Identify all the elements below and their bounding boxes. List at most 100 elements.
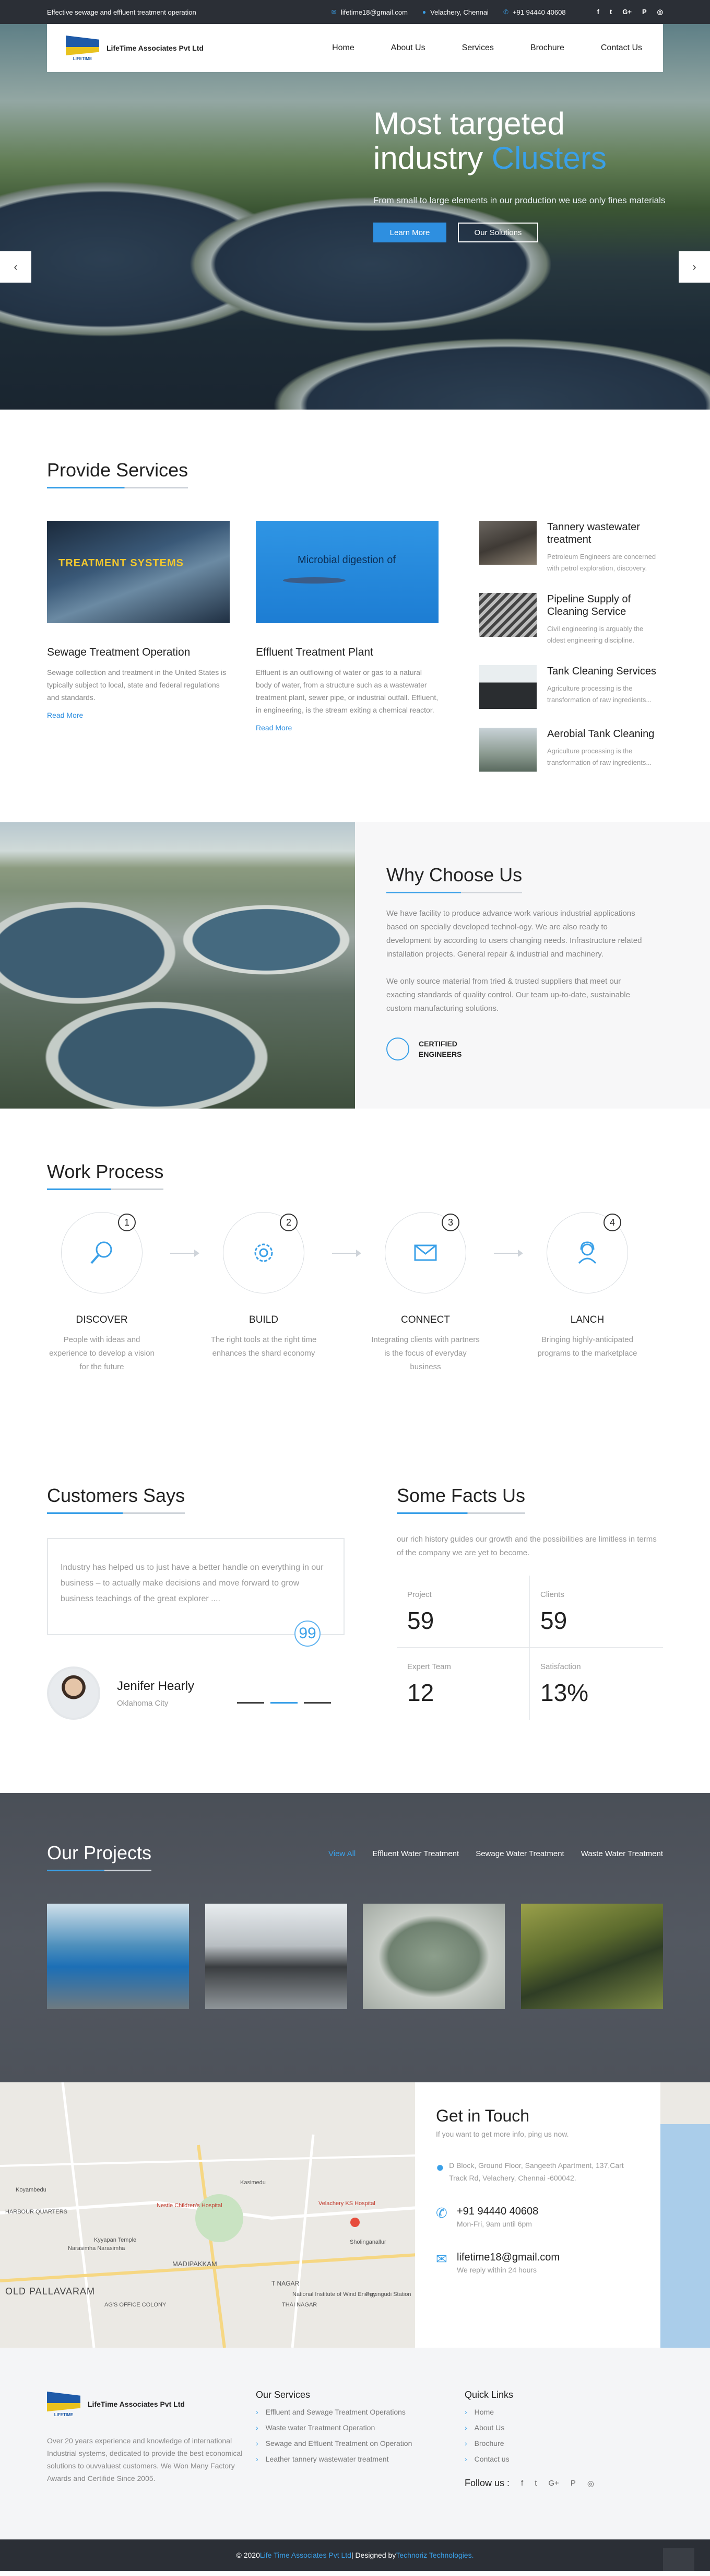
top-social: f t G+ P ◎ — [587, 8, 663, 16]
contact-phone[interactable]: ✆ +91 94440 40608 Mon-Fri, 9am until 6pm — [436, 2205, 640, 2230]
service-title[interactable]: Effluent Treatment Plant — [256, 646, 439, 659]
service-list-text: Agriculture processing is the transforma… — [547, 684, 652, 704]
filter-waste-water[interactable]: Waste Water Treatment — [581, 1849, 663, 1858]
filter-effluent[interactable]: Effluent Water Treatment — [372, 1849, 459, 1858]
quote-icon: 99 — [294, 1621, 321, 1647]
arrow-right-icon — [332, 1250, 361, 1257]
why-title: Why Choose Us — [386, 864, 523, 893]
nav-home[interactable]: Home — [332, 43, 354, 53]
carousel-dot[interactable] — [304, 1701, 332, 1704]
map-label: MADIPAKKAM — [172, 2260, 217, 2268]
footer-links-title: Quick Links — [465, 2389, 514, 2400]
location-info: ● Velachery, Chennai — [422, 8, 489, 16]
contact-section: HARBOUR QUARTERS Nestle Children's Hospi… — [0, 2082, 710, 2348]
project-image[interactable] — [205, 1904, 347, 2009]
filter-view-all[interactable]: View All — [328, 1849, 356, 1858]
service-list-text: Agriculture processing is the transforma… — [547, 747, 652, 766]
tagline: Effective sewage and effluent treatment … — [47, 8, 196, 16]
step-text: The right tools at the right time enhanc… — [210, 1335, 317, 1358]
service-list-item[interactable]: Aerobial Tank Cleaning Agriculture proces… — [479, 728, 663, 772]
our-solutions-button[interactable]: Our Solutions — [458, 223, 538, 242]
service-thumb — [479, 593, 537, 637]
site-logo[interactable]: LIFETIME LifeTime Associates Pvt Ltd — [66, 33, 204, 63]
email-text: lifetime18@gmail.com — [340, 8, 408, 16]
footer-link-about[interactable]: About Us — [465, 2423, 663, 2432]
copyright-company-link[interactable]: Life Time Associates Pvt Ltd — [260, 2551, 351, 2559]
pinterest-icon[interactable]: P — [642, 8, 647, 16]
map-label: THAI NAGAR — [282, 2302, 317, 2308]
location-pin-icon: ● — [436, 2159, 444, 2175]
process-step: 2 BUILD The right tools at the right tim… — [209, 1212, 361, 1374]
footer-link-brochure[interactable]: Brochure — [465, 2439, 663, 2447]
footer-service-link[interactable]: Effluent and Sewage Treatment Operations — [256, 2408, 465, 2416]
map-label: National Institute of Wind Energy — [292, 2291, 376, 2298]
service-title[interactable]: Sewage Treatment Operation — [47, 646, 230, 659]
service-thumb — [479, 728, 537, 772]
projects-section: Our Projects View All Effluent Water Tre… — [0, 1793, 710, 2082]
nav-about[interactable]: About Us — [391, 43, 425, 53]
footer-logo[interactable]: LIFETIME LifeTime Associates Pvt Ltd — [47, 2389, 256, 2419]
email-address: lifetime18@gmail.com — [457, 2252, 560, 2263]
contact-address: ● D Block, Ground Floor, Sangeeth Apartm… — [436, 2159, 640, 2184]
facebook-icon[interactable]: f — [597, 8, 599, 16]
pinterest-icon[interactable]: P — [571, 2479, 576, 2488]
work-title: Work Process — [47, 1161, 164, 1190]
arrow-right-icon — [494, 1250, 523, 1257]
footer-service-link[interactable]: Leather tannery wastewater treatment — [256, 2455, 465, 2463]
fact-project: Project 59 — [397, 1576, 530, 1648]
slider-next-button[interactable]: › — [679, 251, 710, 283]
facebook-icon[interactable]: f — [521, 2479, 523, 2488]
map-label: Velachery KS Hospital — [318, 2200, 375, 2207]
testimonial-author: Jenifer Hearly Oklahoma City — [47, 1666, 345, 1720]
phone-info[interactable]: ✆ +91 94440 40608 — [503, 8, 566, 16]
instagram-icon[interactable]: ◎ — [657, 8, 663, 16]
footer-quick-links: Quick Links Home About Us Brochure Conta… — [465, 2389, 663, 2489]
footer-logo-name: LifeTime Associates Pvt Ltd — [88, 2400, 185, 2408]
designer-link[interactable]: Technoriz Technologies. — [396, 2551, 474, 2559]
google-plus-icon[interactable]: G+ — [548, 2479, 559, 2488]
nav-contact[interactable]: Contact Us — [601, 43, 642, 53]
project-filters: View All Effluent Water Treatment Sewage… — [312, 1849, 663, 1858]
project-image[interactable] — [363, 1904, 505, 2009]
project-image[interactable] — [520, 1904, 663, 2009]
map-label: AG'S OFFICE COLONY — [104, 2302, 167, 2308]
contact-email[interactable]: ✉ lifetime18@gmail.com We reply within 24… — [436, 2251, 640, 2276]
nav-services[interactable]: Services — [462, 43, 494, 53]
footer-about-text: Over 20 years experience and knowledge o… — [47, 2437, 243, 2482]
read-more-link[interactable]: Read More — [47, 711, 230, 719]
facts-title: Some Facts Us — [397, 1485, 526, 1514]
service-text: Effluent is an outflowing of water or ga… — [256, 668, 439, 714]
project-image[interactable] — [47, 1904, 189, 2009]
service-list-title: Pipeline Supply of Cleaning Service — [547, 593, 631, 617]
nav-brochure[interactable]: Brochure — [530, 43, 564, 53]
service-list-item[interactable]: Tank Cleaning Services Agriculture proces… — [479, 665, 663, 709]
fact-expert-team: Expert Team 12 — [397, 1648, 530, 1720]
logo-mark: LIFETIME — [47, 2389, 80, 2419]
email-info[interactable]: ✉ lifetime18@gmail.com — [332, 8, 408, 16]
read-more-link[interactable]: Read More — [256, 724, 439, 732]
cert-line-1: CERTIFIED — [419, 1040, 457, 1048]
phone-number: +91 94440 40608 — [457, 2206, 539, 2217]
footer-service-link[interactable]: Sewage and Effluent Treatment on Operati… — [256, 2439, 465, 2447]
learn-more-button[interactable]: Learn More — [373, 223, 446, 242]
twitter-icon[interactable]: t — [535, 2479, 537, 2488]
instagram-icon[interactable]: ◎ — [587, 2479, 594, 2488]
footer-link-home[interactable]: Home — [465, 2408, 663, 2416]
footer: LIFETIME LifeTime Associates Pvt Ltd Ove… — [0, 2348, 710, 2539]
service-list-item[interactable]: Tannery wastewater treatment Petroleum En… — [479, 521, 663, 574]
footer-link-contact[interactable]: Contact us — [465, 2455, 663, 2463]
map-label: OLD PALLAVARAM — [5, 2286, 96, 2297]
twitter-icon[interactable]: t — [610, 8, 612, 16]
carousel-dot-active[interactable] — [270, 1701, 298, 1704]
work-process-section: Work Process 1 DISCOVER People with idea… — [0, 1109, 710, 1422]
fact-satisfaction: Satisfaction 13% — [540, 1662, 589, 1706]
slider-prev-button[interactable]: ‹ — [0, 251, 31, 283]
scroll-to-top-button[interactable] — [663, 2548, 694, 2571]
filter-sewage[interactable]: Sewage Water Treatment — [476, 1849, 564, 1858]
step-text: Bringing highly-anticipated programs to … — [537, 1335, 637, 1358]
footer-service-link[interactable]: Waste water Treatment Operation — [256, 2423, 465, 2432]
carousel-dot[interactable] — [237, 1701, 265, 1704]
google-plus-icon[interactable]: G+ — [622, 8, 632, 16]
step-text: Integrating clients with partners is the… — [371, 1335, 480, 1371]
service-list-item[interactable]: Pipeline Supply of Cleaning Service Civil… — [479, 593, 663, 646]
